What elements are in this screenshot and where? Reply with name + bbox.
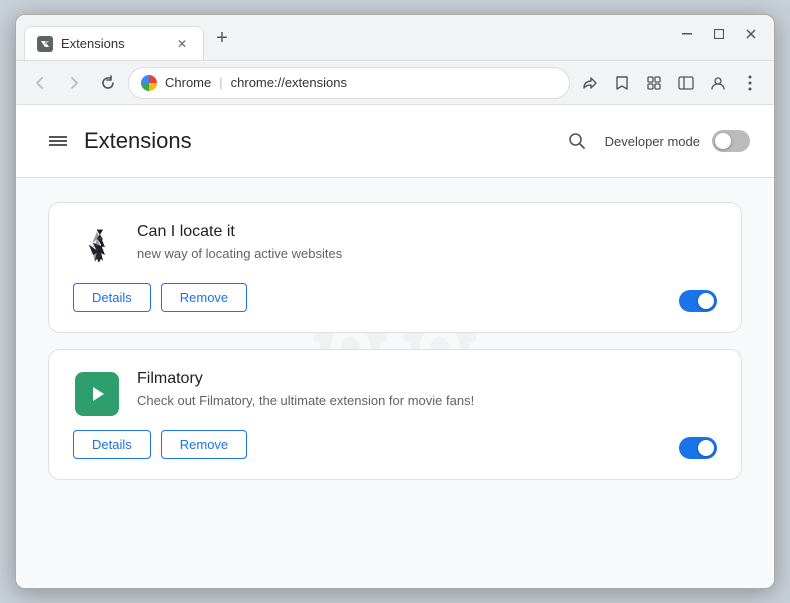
extension-actions: Details Remove [73, 283, 717, 312]
extension-name: Filmatory [137, 370, 717, 388]
browser-window: Extensions ✕ + [15, 14, 775, 589]
minimize-button[interactable] [672, 23, 702, 45]
address-separator: | [219, 75, 222, 90]
title-bar: Extensions ✕ + [16, 15, 774, 61]
menu-line-3 [49, 144, 67, 146]
menu-line-2 [49, 140, 67, 142]
page-content: ⚙⚙ Extensions Developer mode [16, 105, 774, 588]
extensions-list: Can I locate it new way of locating acti… [16, 178, 774, 504]
extension-toggle-track [679, 437, 717, 459]
window-controls [672, 23, 766, 45]
share-button[interactable] [576, 69, 604, 97]
tab-label: Extensions [61, 36, 125, 51]
search-button[interactable] [561, 125, 593, 157]
browser-tab[interactable]: Extensions ✕ [24, 26, 204, 60]
close-button[interactable] [736, 23, 766, 45]
extension-toggle-thumb [698, 293, 714, 309]
maximize-button[interactable] [704, 23, 734, 45]
sidebar-menu-button[interactable] [40, 123, 76, 159]
extension-toggle[interactable] [679, 437, 717, 459]
page-header: Extensions Developer mode [16, 105, 774, 178]
profile-button[interactable] [704, 69, 732, 97]
tab-favicon [37, 36, 53, 52]
extension-description: new way of locating active websites [137, 245, 717, 263]
menu-line-1 [49, 136, 67, 138]
extension-toggle-track [679, 290, 717, 312]
sidebar-button[interactable] [672, 69, 700, 97]
extension-name: Can I locate it [137, 223, 717, 241]
address-bar[interactable]: Chrome | chrome://extensions [128, 67, 570, 99]
extension-toggle[interactable] [679, 290, 717, 312]
extension-info: Can I locate it new way of locating acti… [137, 223, 717, 263]
details-button[interactable]: Details [73, 430, 151, 459]
back-button[interactable] [26, 69, 54, 97]
developer-mode-label: Developer mode [605, 134, 700, 149]
chrome-menu-button[interactable] [736, 69, 764, 97]
details-button[interactable]: Details [73, 283, 151, 312]
toggle-thumb [715, 133, 731, 149]
toggle-track [712, 130, 750, 152]
extension-toggle-thumb [698, 440, 714, 456]
extension-description: Check out Filmatory, the ultimate extens… [137, 392, 717, 410]
forward-button[interactable] [60, 69, 88, 97]
browser-toolbar: Chrome | chrome://extensions [16, 61, 774, 105]
remove-button[interactable]: Remove [161, 283, 247, 312]
new-tab-button[interactable]: + [208, 25, 236, 53]
filmatory-icon [75, 372, 119, 416]
chrome-label: Chrome [165, 75, 211, 90]
bookmark-button[interactable] [608, 69, 636, 97]
extension-card: Can I locate it new way of locating acti… [48, 202, 742, 333]
extension-icon [73, 223, 121, 271]
toolbar-actions [576, 69, 764, 97]
extension-top: Filmatory Check out Filmatory, the ultim… [73, 370, 717, 418]
extension-icon [73, 370, 121, 418]
remove-button[interactable]: Remove [161, 430, 247, 459]
extension-top: Can I locate it new way of locating acti… [73, 223, 717, 271]
extension-info: Filmatory Check out Filmatory, the ultim… [137, 370, 717, 410]
tab-close-button[interactable]: ✕ [173, 35, 191, 53]
page-title: Extensions [84, 128, 192, 154]
chrome-icon [141, 75, 157, 91]
extensions-puzzle-button[interactable] [640, 69, 668, 97]
address-text: chrome://extensions [231, 75, 557, 90]
extension-actions: Details Remove [73, 430, 717, 459]
developer-mode-toggle[interactable] [712, 130, 750, 152]
reload-button[interactable] [94, 69, 122, 97]
extension-card: Filmatory Check out Filmatory, the ultim… [48, 349, 742, 480]
header-right: Developer mode [561, 125, 750, 157]
